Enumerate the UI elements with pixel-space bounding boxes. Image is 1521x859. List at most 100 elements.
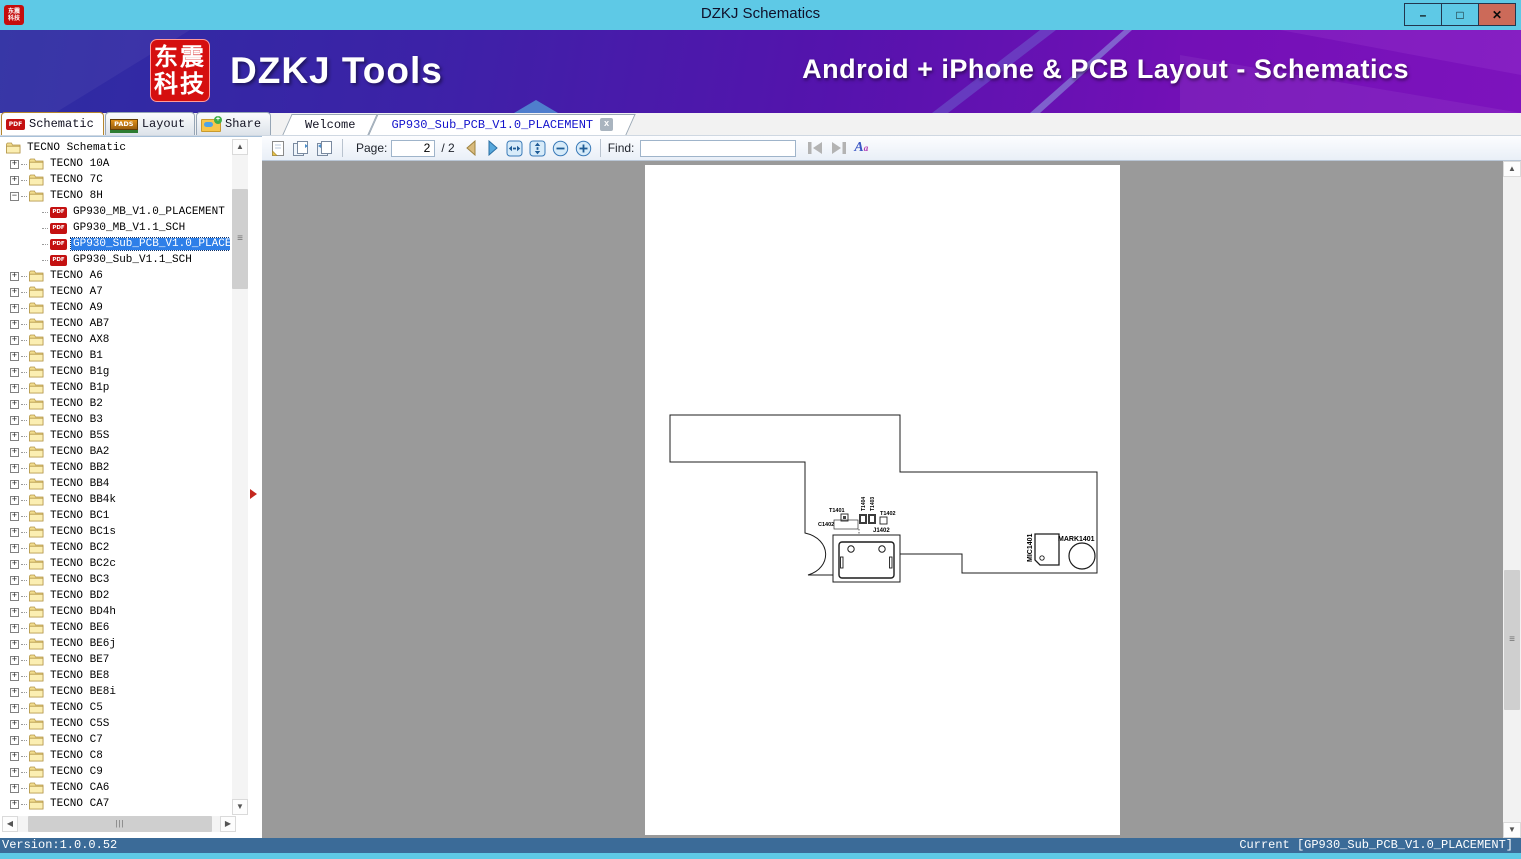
tree-expander-icon[interactable]: + [10, 799, 19, 809]
sidebar-horizontal-scrollbar[interactable]: ◀ ||| ▶ [2, 816, 236, 832]
tree-item-folder[interactable]: + TECNO C8 [2, 748, 230, 764]
tree-expander-icon[interactable]: + [10, 287, 19, 297]
find-next-icon[interactable] [830, 141, 848, 155]
tree-expander-icon[interactable]: + [10, 495, 19, 505]
tree-item-folder[interactable]: + TECNO BE6j [2, 636, 230, 652]
tree-item-folder[interactable]: − TECNO 8H [2, 188, 230, 204]
continuous-pages-icon[interactable] [316, 140, 334, 157]
single-page-icon[interactable] [270, 140, 286, 157]
tab-layout[interactable]: PADS Layout [104, 112, 196, 135]
tab-share[interactable]: + Share [196, 112, 272, 135]
tree-expander-icon[interactable]: − [10, 191, 19, 201]
tree-item-folder[interactable]: + TECNO BD2 [2, 588, 230, 604]
tree-expander-icon[interactable]: + [10, 175, 19, 185]
tree-expander-icon[interactable]: + [10, 447, 19, 457]
tree-expander-icon[interactable]: + [10, 335, 19, 345]
facing-pages-icon[interactable] [292, 140, 310, 157]
fit-page-icon[interactable] [529, 140, 546, 157]
tree-item-folder[interactable]: + TECNO C5 [2, 700, 230, 716]
main-scroll-thumb[interactable]: ≡ [1504, 570, 1520, 710]
tree-expander-icon[interactable]: + [10, 319, 19, 329]
doc-tab-close-icon[interactable]: x [600, 118, 614, 131]
main-vertical-scrollbar[interactable]: ▲ ≡ ▼ [1503, 161, 1521, 838]
tree-item-folder[interactable]: + TECNO AX8 [2, 332, 230, 348]
tree-item-folder[interactable]: + TECNO B5S [2, 428, 230, 444]
scroll-left-icon[interactable]: ◀ [2, 816, 18, 832]
tree-expander-icon[interactable]: + [10, 687, 19, 697]
tree-expander-icon[interactable]: + [10, 159, 19, 169]
tree-item-folder[interactable]: + TECNO BC2 [2, 540, 230, 556]
doc-tab-welcome[interactable]: Welcome [287, 114, 373, 135]
tree-item-folder[interactable]: + TECNO A6 [2, 268, 230, 284]
minimize-button[interactable]: – [1404, 3, 1442, 26]
tree-expander-icon[interactable]: + [10, 303, 19, 313]
tree-expander-icon[interactable]: + [10, 575, 19, 585]
zoom-out-icon[interactable] [552, 140, 569, 157]
tree-item-folder[interactable]: + TECNO B1 [2, 348, 230, 364]
tree-item-folder[interactable]: + TECNO BC1 [2, 508, 230, 524]
tree-expander-icon[interactable]: + [10, 367, 19, 377]
tree-item-folder[interactable]: + TECNO BB4 [2, 476, 230, 492]
tree-item-folder[interactable]: TECNO Schematic [2, 140, 230, 156]
tree-item-folder[interactable]: + TECNO AB7 [2, 316, 230, 332]
tree-item-folder[interactable]: + TECNO B1p [2, 380, 230, 396]
tree-item-folder[interactable]: + TECNO 10A [2, 156, 230, 172]
tree-item-folder[interactable]: + TECNO BE7 [2, 652, 230, 668]
tree-expander-icon[interactable]: + [10, 415, 19, 425]
tree-expander-icon[interactable]: + [10, 703, 19, 713]
tree-expander-icon[interactable]: + [10, 399, 19, 409]
find-input[interactable] [640, 139, 797, 157]
tree-item-folder[interactable]: + TECNO A7 [2, 284, 230, 300]
tree-item-folder[interactable]: + TECNO B3 [2, 412, 230, 428]
find-previous-icon[interactable] [806, 141, 824, 155]
tree-expander-icon[interactable]: + [10, 623, 19, 633]
tree-item-folder[interactable]: + TECNO CA6 [2, 780, 230, 796]
next-page-icon[interactable] [485, 140, 500, 156]
tree-item-folder[interactable]: + TECNO C9 [2, 764, 230, 780]
tree-item-document[interactable]: PDF GP930_MB_V1.0_PLACEMENT [2, 204, 230, 220]
sidebar-vertical-scrollbar[interactable]: ▲ ≡ ▼ [232, 139, 248, 815]
tree-expander-icon[interactable]: + [10, 767, 19, 777]
scroll-down-icon[interactable]: ▼ [232, 799, 248, 815]
tree-item-folder[interactable]: + TECNO C5S [2, 716, 230, 732]
tree-item-folder[interactable]: + TECNO BE6 [2, 620, 230, 636]
tree-item-folder[interactable]: + TECNO C7 [2, 732, 230, 748]
tree-expander-icon[interactable]: + [10, 559, 19, 569]
scroll-up-icon[interactable]: ▲ [1503, 161, 1521, 177]
maximize-button[interactable]: □ [1441, 3, 1479, 26]
tree-item-folder[interactable]: + TECNO BB2 [2, 460, 230, 476]
fit-width-icon[interactable] [506, 140, 523, 157]
sidebar-scroll-thumb[interactable]: ≡ [232, 189, 248, 289]
tree-item-folder[interactable]: + TECNO A9 [2, 300, 230, 316]
tree-item-document[interactable]: PDF GP930_MB_V1.1_SCH [2, 220, 230, 236]
scroll-down-icon[interactable]: ▼ [1503, 822, 1521, 838]
tree-item-folder[interactable]: + TECNO BB4k [2, 492, 230, 508]
tree-expander-icon[interactable]: + [10, 431, 19, 441]
previous-page-icon[interactable] [464, 140, 479, 156]
tree-item-document[interactable]: PDF GP930_Sub_V1.1_SCH [2, 252, 230, 268]
tree-expander-icon[interactable]: + [10, 271, 19, 281]
tab-schematic[interactable]: PDF Schematic [1, 112, 104, 135]
tree-expander-icon[interactable]: + [10, 639, 19, 649]
tree-expander-icon[interactable]: + [10, 543, 19, 553]
scroll-up-icon[interactable]: ▲ [232, 139, 248, 155]
tree-expander-icon[interactable]: + [10, 655, 19, 665]
text-zoom-icon[interactable]: Aa [854, 140, 868, 156]
splitter-collapse-icon[interactable] [250, 489, 257, 499]
tree-item-folder[interactable]: + TECNO BC2c [2, 556, 230, 572]
tree-expander-icon[interactable]: + [10, 671, 19, 681]
tree-item-folder[interactable]: + TECNO 7C [2, 172, 230, 188]
tree-expander-icon[interactable]: + [10, 511, 19, 521]
tree-expander-icon[interactable]: + [10, 463, 19, 473]
tree-expander-icon[interactable]: + [10, 527, 19, 537]
doc-tab-current[interactable]: GP930_Sub_PCB_V1.0_PLACEMENT x [373, 114, 631, 135]
tree-expander-icon[interactable]: + [10, 751, 19, 761]
tree-expander-icon[interactable]: + [10, 783, 19, 793]
tree-item-folder[interactable]: + TECNO BC3 [2, 572, 230, 588]
tree-item-folder[interactable]: + TECNO B1g [2, 364, 230, 380]
tree-expander-icon[interactable]: + [10, 607, 19, 617]
tree-item-folder[interactable]: + TECNO BD4h [2, 604, 230, 620]
tree-item-folder[interactable]: + TECNO BC1s [2, 524, 230, 540]
scroll-right-icon[interactable]: ▶ [220, 816, 236, 832]
pdf-viewport[interactable]: T1401 C1402 T1404 T1403 T1402 J1402 MIC1… [262, 161, 1503, 838]
